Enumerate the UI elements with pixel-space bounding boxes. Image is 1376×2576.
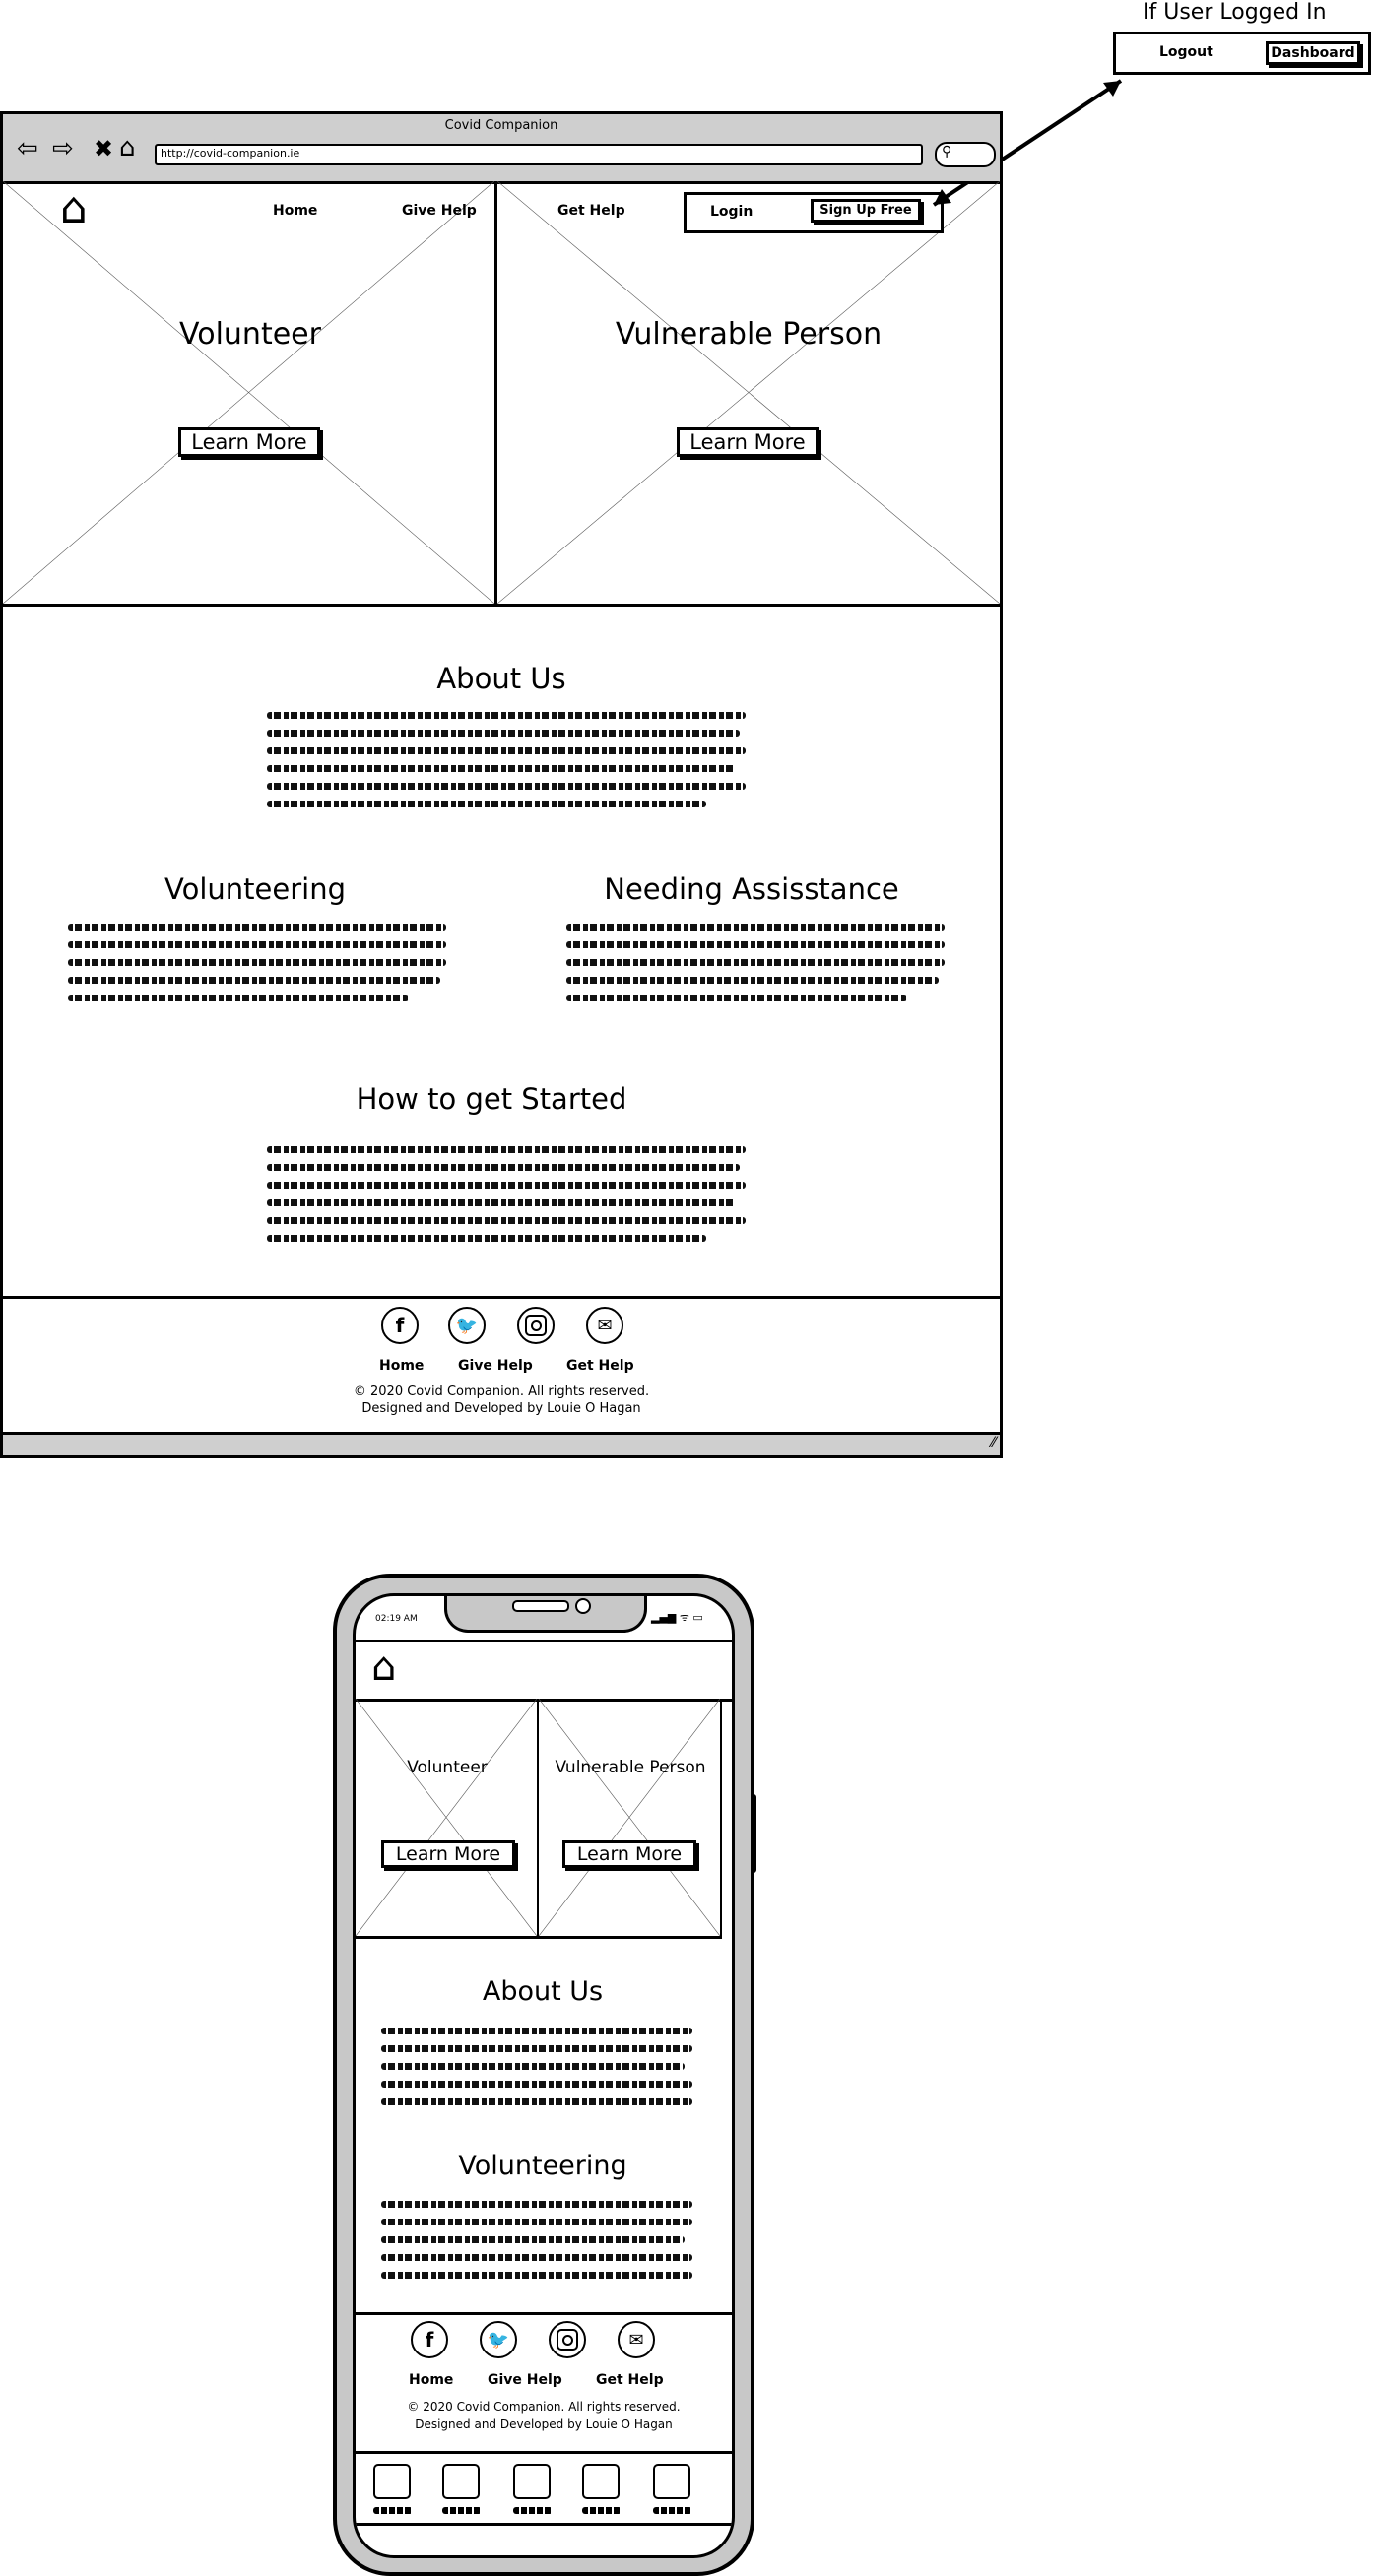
- mobile-footer-get-help[interactable]: Get Help: [596, 2372, 664, 2388]
- nav-home[interactable]: Home: [273, 203, 317, 219]
- mobile-tabbar: [356, 2451, 732, 2526]
- url-text: http://covid-companion.ie: [161, 147, 300, 160]
- needing-heading: Needing Assisstance: [604, 872, 899, 906]
- mobile-logo-house-icon[interactable]: ⌂: [371, 1645, 396, 1689]
- phone-side-button: [751, 1794, 756, 1873]
- phone-notch: [444, 1596, 647, 1633]
- volunteering-text: [68, 924, 446, 1018]
- browser-titlebar: Covid Companion ⇦ ⇨ ✖ ⌂ http://covid-com…: [3, 114, 1000, 184]
- mobile-twitter-icon[interactable]: 🐦: [480, 2321, 517, 2358]
- tab-icon: [653, 2464, 690, 2499]
- resize-handle-icon[interactable]: ⁄⁄: [991, 1435, 996, 1450]
- tab-item-5[interactable]: [653, 2464, 692, 2515]
- footer-copyright: © 2020 Covid Companion. All rights reser…: [353, 1385, 650, 1399]
- logout-link[interactable]: Logout: [1159, 44, 1213, 60]
- camera: [575, 1598, 591, 1614]
- image-placeholder: [3, 181, 494, 604]
- mobile-about-heading: About Us: [482, 1976, 604, 2007]
- browser-statusbar: ⁄⁄: [3, 1432, 1000, 1455]
- tab-icon: [513, 2464, 551, 2499]
- logo-house-icon[interactable]: ⌂: [60, 187, 88, 230]
- mobile-volunteering-text: [381, 2201, 692, 2295]
- mobile-facebook-icon[interactable]: f: [411, 2321, 448, 2358]
- browser-window: Covid Companion ⇦ ⇨ ✖ ⌂ http://covid-com…: [0, 111, 1003, 1458]
- mobile-hero-volunteer: Volunteer Learn More: [356, 1699, 539, 1939]
- mobile-about-text: [381, 2028, 692, 2122]
- search-icon: ⚲: [942, 144, 952, 160]
- status-icons: ▂▄▆ ᯤ ▭: [651, 1611, 703, 1624]
- facebook-icon[interactable]: f: [381, 1307, 419, 1344]
- about-heading: About Us: [436, 662, 566, 695]
- nav-give-help[interactable]: Give Help: [402, 203, 477, 219]
- volunteering-heading: Volunteering: [164, 872, 346, 906]
- phone-frame: 02:19 AM ▂▄▆ ᯤ ▭ ⌂ Volunteer Learn More …: [333, 1574, 756, 2576]
- forward-icon[interactable]: ⇨: [52, 136, 74, 161]
- stop-icon[interactable]: ✖: [94, 136, 113, 161]
- nav-get-help[interactable]: Get Help: [557, 203, 625, 219]
- mobile-footer-give-help[interactable]: Give Help: [488, 2372, 562, 2388]
- logged-in-note: If User Logged In: [1143, 0, 1327, 25]
- tab-item-1[interactable]: [373, 2464, 413, 2515]
- hero-vulnerable-title: Vulnerable Person: [615, 317, 883, 352]
- volunteer-learn-more-button[interactable]: Learn More: [178, 427, 320, 457]
- mobile-instagram-icon[interactable]: [549, 2321, 586, 2358]
- footer-home-link[interactable]: Home: [379, 1358, 424, 1374]
- mobile-vulnerable-title: Vulnerable Person: [555, 1758, 706, 1777]
- signup-button[interactable]: Sign Up Free: [811, 199, 921, 223]
- mobile-volunteer-title: Volunteer: [407, 1758, 488, 1777]
- hero-volunteer: ⌂ Volunteer Learn More: [3, 181, 497, 607]
- image-placeholder: [356, 1699, 537, 1936]
- auth-nav-box: Login Sign Up Free: [684, 192, 944, 233]
- tab-item-3[interactable]: [513, 2464, 553, 2515]
- footer-give-help-link[interactable]: Give Help: [458, 1358, 533, 1374]
- instagram-icon[interactable]: [517, 1307, 555, 1344]
- dashboard-button[interactable]: Dashboard: [1266, 41, 1360, 65]
- mobile-header: ⌂: [356, 1640, 732, 1702]
- tab-icon: [373, 2464, 411, 2499]
- footer: f 🐦 ✉ Home Give Help Get Help © 2020 Cov…: [3, 1296, 1000, 1437]
- mobile-hero-vulnerable: Vulnerable Person Learn More: [539, 1699, 722, 1939]
- mobile-footer-credit: Designed and Developed by Louie O Hagan: [415, 2417, 673, 2431]
- mobile-footer-home[interactable]: Home: [409, 2372, 453, 2388]
- twitter-icon[interactable]: 🐦: [448, 1307, 486, 1344]
- login-link[interactable]: Login: [710, 204, 753, 220]
- status-time: 02:19 AM: [375, 1614, 418, 1624]
- mobile-footer-copyright: © 2020 Covid Companion. All rights reser…: [407, 2400, 681, 2414]
- mobile-volunteer-learn-more[interactable]: Learn More: [381, 1840, 515, 1868]
- logged-in-nav-box: Logout Dashboard: [1113, 32, 1371, 75]
- tab-icon: [582, 2464, 620, 2499]
- mail-icon[interactable]: ✉: [586, 1307, 623, 1344]
- home-icon[interactable]: ⌂: [119, 134, 136, 161]
- tab-icon: [442, 2464, 480, 2499]
- mobile-vulnerable-learn-more[interactable]: Learn More: [562, 1840, 696, 1868]
- mobile-footer: f 🐦 ✉ Home Give Help Get Help © 2020 Cov…: [356, 2312, 732, 2454]
- mobile-mail-icon[interactable]: ✉: [618, 2321, 655, 2358]
- back-icon[interactable]: ⇦: [17, 136, 38, 161]
- mobile-volunteering-heading: Volunteering: [458, 2151, 627, 2181]
- started-text: [267, 1146, 746, 1255]
- phone-screen: 02:19 AM ▂▄▆ ᯤ ▭ ⌂ Volunteer Learn More …: [353, 1593, 735, 2558]
- hero-volunteer-title: Volunteer: [179, 317, 321, 352]
- vulnerable-learn-more-button[interactable]: Learn More: [677, 427, 819, 457]
- started-heading: How to get Started: [356, 1082, 627, 1116]
- search-button[interactable]: ⚲: [935, 142, 996, 167]
- address-bar[interactable]: http://covid-companion.ie: [155, 144, 923, 165]
- browser-title: Covid Companion: [444, 118, 558, 133]
- tab-item-4[interactable]: [582, 2464, 622, 2515]
- about-text: [267, 712, 746, 820]
- needing-text: [566, 924, 945, 1018]
- tab-item-2[interactable]: [442, 2464, 482, 2515]
- image-placeholder: [497, 181, 1000, 604]
- image-placeholder: [539, 1699, 720, 1936]
- speaker: [512, 1600, 569, 1612]
- footer-credit: Designed and Developed by Louie O Hagan: [361, 1401, 641, 1416]
- hero-vulnerable: Vulnerable Person Learn More: [497, 181, 1000, 607]
- footer-get-help-link[interactable]: Get Help: [566, 1358, 634, 1374]
